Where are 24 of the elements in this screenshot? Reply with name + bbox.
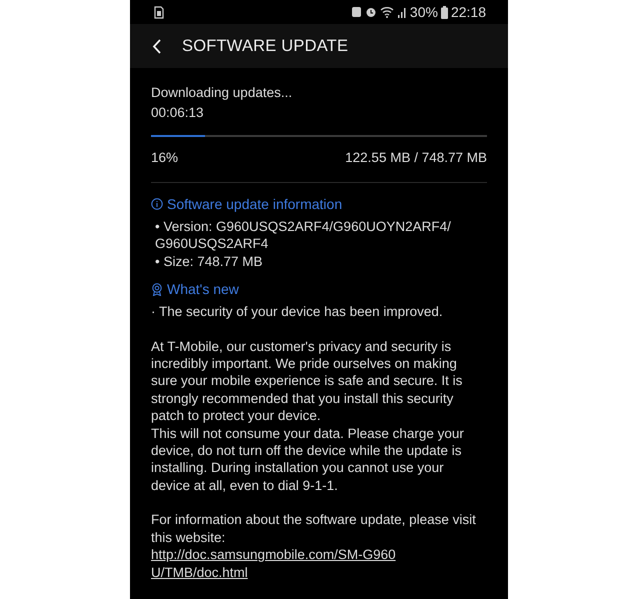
website-link[interactable]: http://doc.samsungmobile.com/SM-G960U/TMB/doc.html bbox=[151, 546, 405, 581]
info-item: • Version: G960USQS2ARF4/G960UOYN2ARF4/ G960USQS2ARF4 bbox=[154, 218, 452, 253]
badge-icon bbox=[151, 282, 163, 296]
signal-icon bbox=[396, 6, 407, 18]
progress-percent: 16% bbox=[151, 150, 178, 165]
info-item: • Size: 748.77 MB bbox=[154, 252, 264, 270]
section-title: What's new bbox=[167, 280, 239, 300]
elapsed-time: 00:06:13 bbox=[151, 104, 205, 122]
download-status: Downloading updates... bbox=[151, 84, 294, 102]
screen-title: SOFTWARE UPDATE bbox=[182, 36, 348, 56]
description-text: For information about the software update, please visit this website: bbox=[151, 511, 477, 546]
description-text: At T-Mobile, our customer's privacy and security is incredibly important. We pride ourselves on making sure your mobile experience is safe and secure. It is strongly recommended that you install this security patch to protect your device. This will not consume your data. Please charge your device, do not turn off the device while the update is installing. During installation you cannot use your device at all, even to dial 9-1-1. bbox=[151, 338, 465, 494]
back-icon bbox=[152, 38, 161, 54]
section-title: Software update information bbox=[167, 195, 342, 214]
notification-icon bbox=[350, 6, 362, 18]
sim-card-icon bbox=[154, 6, 164, 18]
description-text: · The security of your device has been improved. bbox=[151, 303, 444, 321]
alarm-icon bbox=[364, 6, 377, 18]
battery-percent: 30% bbox=[410, 4, 438, 20]
wifi-icon bbox=[380, 6, 394, 18]
clock-time: 22:18 bbox=[450, 4, 486, 20]
info-icon bbox=[151, 198, 163, 210]
download-size: 122.55 MB / 748.77 MB bbox=[345, 150, 487, 165]
battery-icon bbox=[440, 6, 448, 18]
